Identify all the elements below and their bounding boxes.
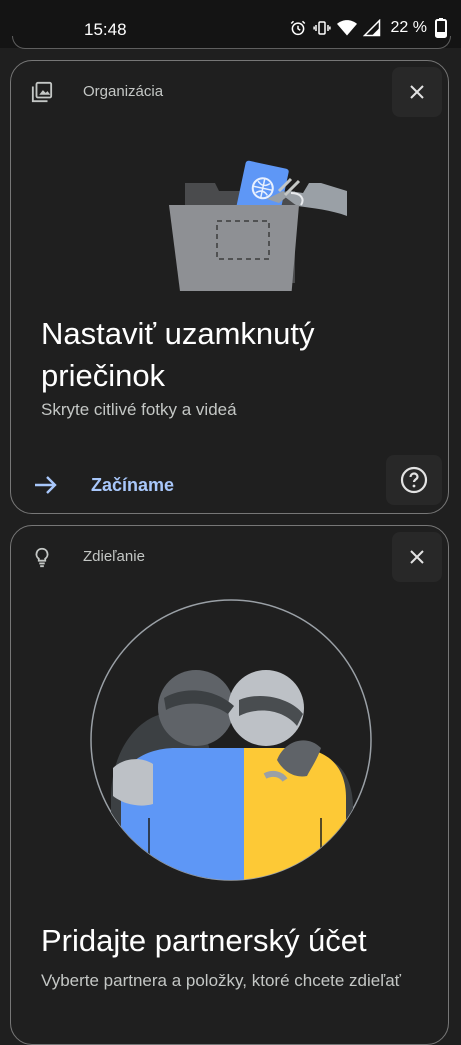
wifi-icon: [336, 20, 357, 36]
battery-percent: 22 %: [390, 19, 427, 36]
partner-sharing-card: Zdieľanie Pridajte partnerský účet Vyber…: [10, 525, 449, 1045]
close-icon: [410, 85, 424, 99]
battery-icon: [435, 18, 447, 38]
card-title: Pridajte partnerský účet: [41, 923, 367, 958]
card-header: Zdieľanie: [11, 526, 448, 590]
card-category: Zdieľanie: [83, 548, 145, 565]
previous-card-edge: [12, 36, 451, 49]
arrow-right-icon: [35, 476, 57, 494]
card-subtitle: Vyberte partnera a položky, ktoré chcete…: [41, 971, 402, 990]
action-row: Začíname: [11, 455, 448, 511]
locked-folder-illustration: [169, 160, 347, 291]
help-button[interactable]: [386, 455, 442, 505]
status-icons: 22 %: [289, 18, 447, 38]
close-button[interactable]: [392, 67, 442, 117]
lightbulb-icon: [35, 547, 49, 568]
locked-folder-card: Organizácia Nastaviť uzamknutý priečinok…: [10, 60, 449, 514]
card-title: Nastaviť uzamknutý priečinok: [41, 316, 315, 393]
get-started-button[interactable]: Začíname: [91, 475, 174, 496]
photo-library-icon: [31, 81, 53, 103]
card-subtitle: Skryte citlivé fotky a videá: [41, 400, 237, 419]
card-category: Organizácia: [83, 83, 164, 100]
partner-sharing-illustration: [90, 599, 372, 881]
signal-icon: [362, 19, 380, 37]
vibrate-icon: [312, 21, 331, 35]
help-icon: [400, 466, 428, 494]
card-header: Organizácia: [11, 61, 448, 125]
close-icon: [410, 550, 424, 564]
alarm-icon: [290, 20, 305, 36]
close-button[interactable]: [392, 532, 442, 582]
